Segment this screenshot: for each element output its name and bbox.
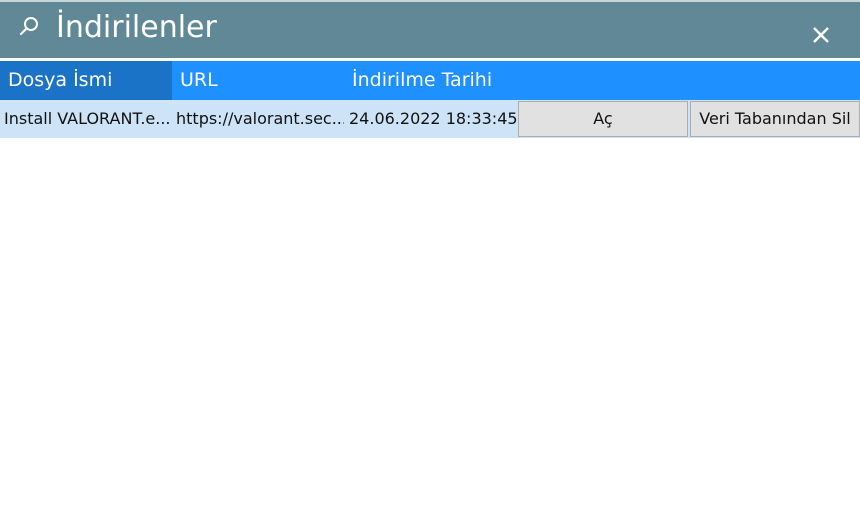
column-header-url[interactable]: URL [172, 61, 344, 100]
cell-url: https://valorant.sec... [176, 109, 344, 128]
cell-file-name: Install VALORANT.e... [4, 109, 171, 128]
table-header: Dosya İsmi URL İndirilme Tarihi [0, 61, 860, 100]
column-header-file-name[interactable]: Dosya İsmi [0, 61, 172, 100]
search-icon[interactable] [16, 14, 42, 40]
delete-from-database-button[interactable]: Veri Tabanından Sil [690, 101, 860, 137]
open-button[interactable]: Aç [518, 101, 688, 137]
title-bar: İndirilenler [0, 0, 860, 60]
close-icon[interactable] [810, 24, 832, 46]
cell-download-date: 24.06.2022 18:33:45... [349, 109, 517, 128]
page-title: İndirilenler [56, 10, 217, 45]
table-row[interactable]: Install VALORANT.e... https://valorant.s… [0, 100, 860, 138]
column-header-download-date[interactable]: İndirilme Tarihi [344, 61, 544, 100]
